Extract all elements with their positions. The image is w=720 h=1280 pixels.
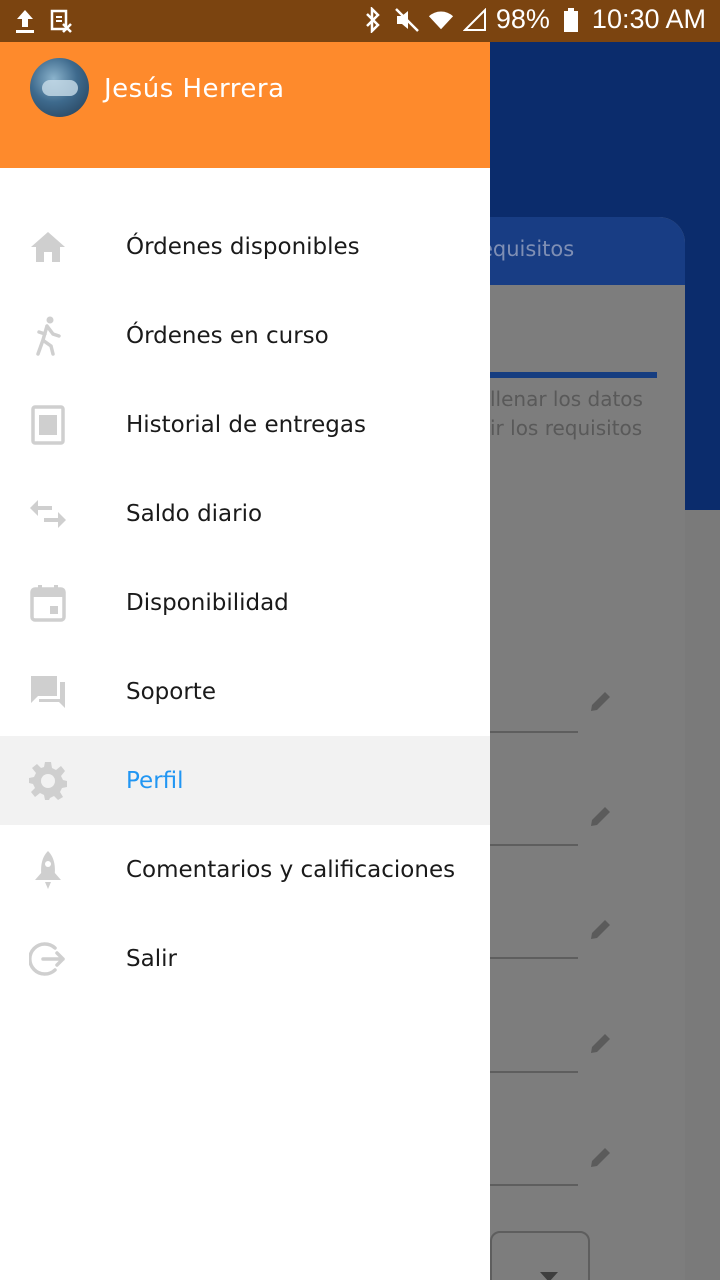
home-icon [28, 227, 68, 267]
background-card-title: equisitos [480, 237, 575, 261]
pencil-icon [588, 803, 614, 829]
menu-item-label: Órdenes disponibles [126, 233, 360, 260]
drawer-header: Jesús Herrera [0, 42, 490, 168]
avatar[interactable] [30, 58, 89, 117]
battery-icon [558, 5, 584, 35]
pencil-icon [588, 1030, 614, 1056]
status-bar: 98% 10:30 AM [0, 0, 720, 42]
menu-item-label: Salir [126, 945, 177, 972]
upload-icon [12, 6, 38, 36]
menu-item-ordenes-disponibles[interactable]: Órdenes disponibles [0, 202, 490, 291]
menu-item-label: Historial de entregas [126, 411, 366, 438]
pencil-icon [588, 916, 614, 942]
background-field-4 [490, 1071, 578, 1073]
background-instructions: llenar los datos ir los requisitos [490, 385, 690, 443]
background-select [490, 1231, 590, 1280]
mute-icon [394, 5, 420, 35]
bluetooth-icon [360, 5, 386, 35]
menu-item-label: Disponibilidad [126, 589, 289, 616]
clock: 10:30 AM [591, 4, 706, 34]
menu-item-label: Órdenes en curso [126, 322, 329, 349]
swap-arrows-icon [28, 494, 68, 534]
background-field-2 [490, 844, 578, 846]
background-field-1 [490, 731, 578, 733]
wifi-icon [428, 5, 454, 35]
chat-icon [28, 672, 68, 712]
document-icon [28, 404, 68, 445]
menu-item-historial-de-entregas[interactable]: Historial de entregas [0, 380, 490, 469]
menu-item-salir[interactable]: Salir [0, 914, 490, 1003]
menu-item-soporte[interactable]: Soporte [0, 647, 490, 736]
battery-percent: 98% [495, 4, 550, 34]
rocket-icon [28, 850, 68, 890]
pencil-icon [588, 1144, 614, 1170]
calendar-icon [28, 583, 68, 623]
menu-item-comentarios-y-calificaciones[interactable]: Comentarios y calificaciones [0, 825, 490, 914]
menu-item-ordenes-en-curso[interactable]: Órdenes en curso [0, 291, 490, 380]
background-progress-line [490, 372, 657, 378]
screenshot-icon [48, 6, 74, 36]
drawer-menu: Órdenes disponibles Órdenes en curso His… [0, 202, 490, 1003]
background-field-5 [490, 1184, 578, 1186]
signal-icon [462, 5, 488, 35]
menu-item-saldo-diario[interactable]: Saldo diario [0, 469, 490, 558]
menu-item-label: Soporte [126, 678, 216, 705]
navigation-drawer: Jesús Herrera Órdenes disponibles Órdene… [0, 42, 490, 1280]
menu-item-label: Comentarios y calificaciones [126, 856, 456, 883]
menu-item-perfil[interactable]: Perfil [0, 736, 490, 825]
background-text-line-2: ir los requisitos [490, 416, 643, 440]
chevron-down-icon [540, 1267, 558, 1280]
menu-item-label: Perfil [126, 767, 184, 794]
avatar-graphic [42, 80, 78, 96]
user-name: Jesús Herrera [104, 74, 285, 104]
menu-item-label: Saldo diario [126, 500, 263, 527]
menu-item-disponibilidad[interactable]: Disponibilidad [0, 558, 490, 647]
background-field-3 [490, 957, 578, 959]
logout-icon [28, 939, 68, 979]
walking-icon [28, 316, 68, 356]
gear-icon [28, 761, 68, 801]
background-text-line-1: llenar los datos [490, 387, 643, 411]
pencil-icon [588, 688, 614, 714]
